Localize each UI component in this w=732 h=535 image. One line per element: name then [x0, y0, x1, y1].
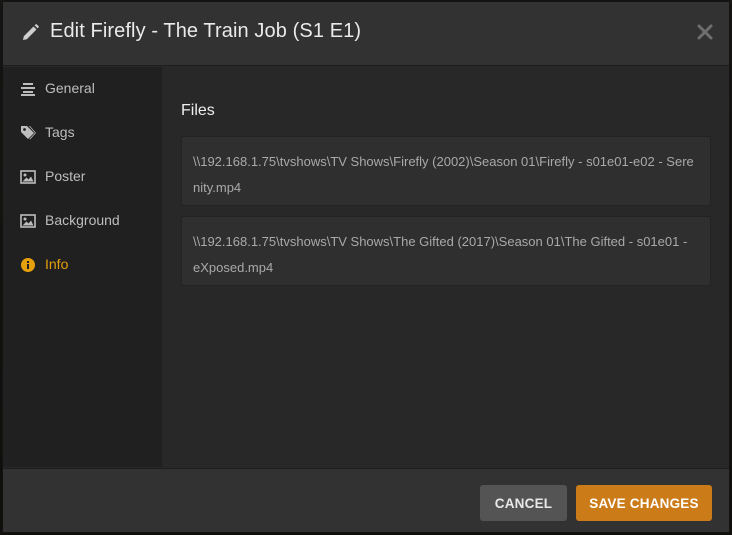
info-icon	[20, 257, 36, 273]
sidebar-item-info[interactable]: Info	[3, 243, 162, 287]
sidebar-item-label: Background	[45, 212, 120, 228]
sidebar-item-general[interactable]: General	[3, 67, 162, 111]
dialog-title: Edit Firefly - The Train Job (S1 E1)	[50, 20, 362, 42]
save-changes-button[interactable]: SAVE CHANGES	[576, 485, 712, 521]
sidebar-item-tags[interactable]: Tags	[3, 111, 162, 155]
sidebar-item-label: Tags	[45, 124, 75, 140]
dialog-header: Edit Firefly - The Train Job (S1 E1)	[3, 2, 729, 66]
file-path: \\192.168.1.75\tvshows\TV Shows\Firefly …	[181, 136, 711, 206]
file-path: \\192.168.1.75\tvshows\TV Shows\The Gift…	[181, 216, 711, 286]
section-title: Files	[181, 102, 215, 119]
tags-icon	[20, 125, 36, 141]
close-icon[interactable]	[695, 22, 715, 42]
list-icon	[20, 81, 36, 97]
info-panel: Files \\192.168.1.75\tvshows\TV Shows\Fi…	[162, 67, 729, 467]
image-icon	[20, 169, 36, 185]
sidebar-nav: General Tags Poster Background Info	[3, 67, 162, 467]
image-icon	[20, 213, 36, 229]
dialog-footer: CANCEL SAVE CHANGES	[3, 468, 729, 532]
sidebar-item-label: Info	[45, 256, 69, 272]
sidebar-item-label: Poster	[45, 168, 86, 184]
sidebar-item-background[interactable]: Background	[3, 199, 162, 243]
edit-dialog: Edit Firefly - The Train Job (S1 E1) Gen…	[2, 1, 730, 533]
sidebar-item-poster[interactable]: Poster	[3, 155, 162, 199]
sidebar-item-label: General	[45, 80, 95, 96]
cancel-button[interactable]: CANCEL	[480, 485, 567, 521]
pencil-icon	[20, 23, 40, 43]
